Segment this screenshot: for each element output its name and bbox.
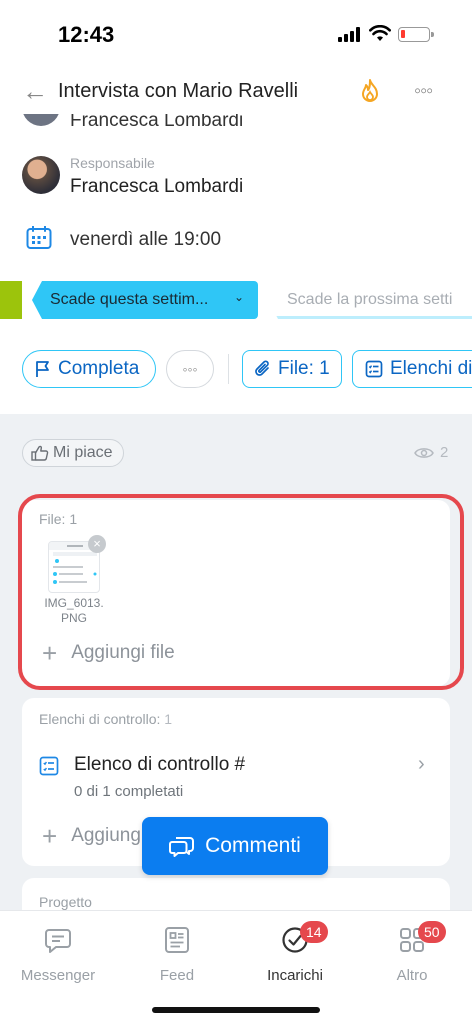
feed-icon xyxy=(165,927,189,953)
checklist-title[interactable]: Elenco di controllo # xyxy=(74,754,245,776)
project-label: Progetto xyxy=(39,894,92,910)
responsible-label: Responsabile xyxy=(70,155,155,171)
paperclip-icon xyxy=(255,360,269,376)
calendar-icon xyxy=(26,226,52,249)
thumbs-up-icon xyxy=(31,445,49,461)
nav-tasks-label: Incarichi xyxy=(267,967,323,984)
status-bar: 12:43 xyxy=(0,0,472,60)
nav-tasks[interactable]: Incarichi 14 xyxy=(245,921,345,984)
like-button[interactable]: Mi piace xyxy=(22,439,124,467)
nav-more-label: Altro xyxy=(396,967,428,984)
add-file-button[interactable]: + Aggiungi file xyxy=(42,638,175,668)
plus-icon: + xyxy=(42,638,58,668)
checklists-button[interactable]: Elenchi di xyxy=(352,350,472,388)
task-header: ← Intervista con Mario Ravelli ◦◦◦ xyxy=(0,70,472,114)
stage-previous[interactable] xyxy=(0,281,22,319)
checklist-progress: 0 di 1 completati xyxy=(74,783,184,800)
more-actions-button[interactable]: ◦◦◦ xyxy=(166,350,214,388)
chat-icon xyxy=(45,929,71,953)
more-badge: 50 xyxy=(418,921,446,943)
flag-icon xyxy=(36,361,49,377)
eye-icon xyxy=(414,448,434,458)
files-button[interactable]: File: 1 xyxy=(242,350,342,388)
comments-icon xyxy=(169,837,195,857)
files-label: File: 1 xyxy=(39,511,78,527)
divider xyxy=(228,354,229,384)
plus-icon: + xyxy=(42,821,58,851)
checklists-label-text: Elenchi di controllo: xyxy=(39,711,161,727)
complete-button[interactable]: Completa xyxy=(22,350,156,388)
task-title: Intervista con Mario Ravelli xyxy=(58,80,299,102)
more-dots-icon: ◦◦◦ xyxy=(182,361,198,377)
add-file-label: Aggiungi file xyxy=(71,642,175,663)
bottom-nav: Messenger Feed Incarichi 14 Altro 50 xyxy=(0,910,472,1024)
deadline-text[interactable]: venerdì alle 19:00 xyxy=(70,229,221,251)
back-arrow-icon[interactable]: ← xyxy=(22,78,48,104)
comments-button-label: Commenti xyxy=(205,834,301,857)
responsible-name[interactable]: Francesca Lombardi xyxy=(70,176,243,198)
file-name: IMG_6013. PNG xyxy=(44,596,104,625)
avatar[interactable] xyxy=(22,156,60,194)
stage-current-label[interactable]: Scade questa settim... xyxy=(50,291,208,309)
chevron-down-icon[interactable]: ⌄ xyxy=(234,290,244,304)
checklists-button-label: Elenchi di xyxy=(390,358,472,379)
stage-next-label[interactable]: Scade la prossima setti xyxy=(287,291,452,309)
views-count: 2 xyxy=(440,444,449,461)
battery-icon xyxy=(398,27,434,42)
comments-button[interactable]: Commenti xyxy=(142,817,328,875)
flame-icon[interactable] xyxy=(358,78,382,104)
files-button-label: File: 1 xyxy=(278,358,330,379)
nav-messenger[interactable]: Messenger xyxy=(8,925,108,984)
like-button-label: Mi piace xyxy=(53,444,113,461)
tasks-badge: 14 xyxy=(300,921,328,943)
add-checklist-button[interactable]: + Aggiungi xyxy=(42,821,146,851)
add-checklist-label: Aggiungi xyxy=(71,825,146,846)
nav-more[interactable]: Altro 50 xyxy=(362,921,462,984)
wifi-icon xyxy=(369,25,391,41)
checklist-icon xyxy=(39,756,59,776)
more-options-icon[interactable]: ◦◦◦ xyxy=(414,80,433,103)
remove-file-icon[interactable]: × xyxy=(88,535,106,553)
complete-button-label: Completa xyxy=(58,358,140,379)
nav-messenger-label: Messenger xyxy=(20,967,96,984)
checklists-count: 1 xyxy=(164,711,173,727)
signal-icon xyxy=(338,26,362,42)
home-indicator[interactable] xyxy=(152,1007,320,1013)
checklist-icon xyxy=(365,360,383,378)
status-time: 12:43 xyxy=(58,22,115,47)
nav-feed[interactable]: Feed xyxy=(127,925,227,984)
nav-feed-label: Feed xyxy=(159,967,195,984)
checklists-label: Elenchi di controllo: 1 xyxy=(39,711,172,727)
chevron-right-icon[interactable]: › xyxy=(418,753,425,776)
